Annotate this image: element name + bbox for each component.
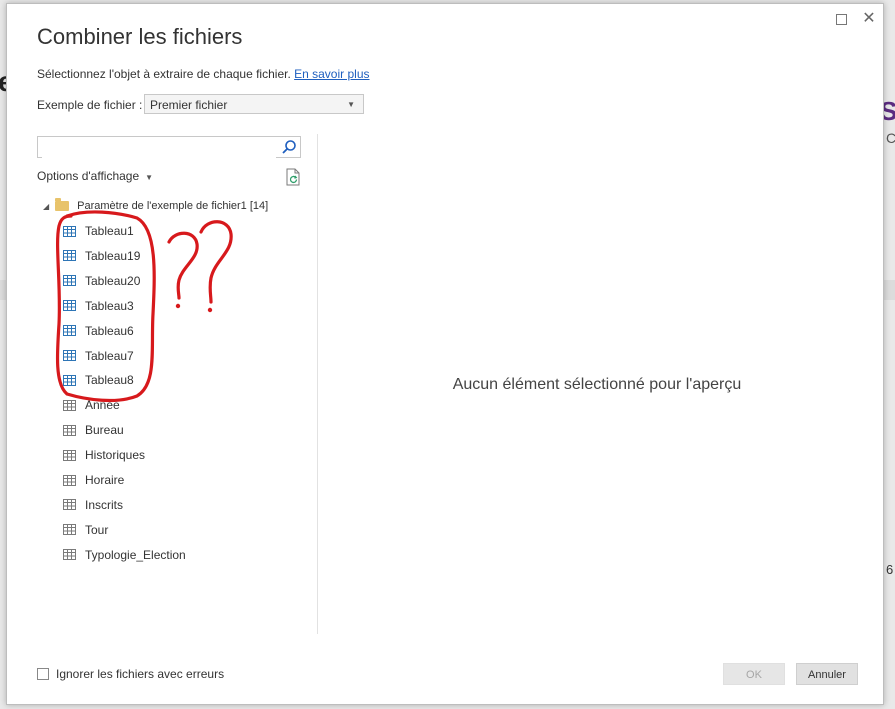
display-options-dropdown[interactable]: Options d'affichage ▼	[37, 169, 153, 183]
tree-item-label: Tableau6	[85, 323, 134, 338]
search-icon[interactable]	[281, 139, 297, 155]
chevron-down-icon: ▼	[145, 173, 154, 182]
table-icon	[63, 250, 76, 262]
tree-root-folder[interactable]: ◢ Paramètre de l'exemple de fichier1 [14…	[43, 198, 269, 212]
tree-item-label: Tableau3	[85, 298, 134, 313]
tree-item-label: Bureau	[85, 423, 124, 438]
tree-item-horaire[interactable]: Horaire	[63, 471, 124, 489]
ignore-errors-option[interactable]: Ignorer les fichiers avec erreurs	[37, 667, 224, 681]
maximize-button[interactable]	[831, 10, 851, 28]
collapse-triangle-icon[interactable]: ◢	[43, 202, 49, 211]
display-options-label: Options d'affichage	[37, 169, 140, 183]
tree-item-tableau20[interactable]: Tableau20	[63, 272, 140, 290]
tree-item-inscrits[interactable]: Inscrits	[63, 496, 123, 514]
tree-item-label: Tableau7	[85, 348, 134, 363]
tree-item-tableau6[interactable]: Tableau6	[63, 322, 134, 340]
tree-item-tableau7[interactable]: Tableau7	[63, 347, 134, 365]
dialog-title: Combiner les fichiers	[37, 24, 243, 49]
chevron-down-icon: ▼	[347, 100, 355, 109]
tree-item-annee[interactable]: Annee	[63, 396, 120, 414]
folder-icon	[55, 198, 70, 211]
example-file-value: Premier fichier	[150, 98, 228, 112]
tree-item-label: Annee	[85, 398, 120, 413]
example-file-label: Exemple de fichier :	[37, 98, 143, 112]
tree-item-tableau8[interactable]: Tableau8	[63, 371, 134, 389]
tree-item-label: Tableau1	[85, 224, 134, 238]
table-icon	[63, 374, 76, 386]
annotation-question-1-dot	[175, 303, 181, 309]
close-icon: ✕	[862, 10, 876, 27]
table-icon	[63, 275, 76, 287]
tree-item-typologie_election[interactable]: Typologie_Election	[63, 546, 186, 564]
maximize-icon	[835, 14, 847, 25]
sheet-icon	[63, 424, 76, 436]
annotation-question-2	[199, 220, 233, 304]
sheet-icon	[63, 399, 76, 411]
background-fragment-number: 6	[886, 562, 894, 577]
sheet-icon	[63, 449, 76, 461]
tree-item-label: Tableau19	[85, 248, 141, 263]
table-icon	[63, 300, 76, 312]
table-icon	[63, 225, 76, 237]
tree-item-tableau19[interactable]: Tableau19	[63, 247, 140, 265]
tree-item-label: Tour	[85, 522, 109, 537]
tree-item-bureau[interactable]: Bureau	[63, 421, 124, 439]
dialog-subtitle: Sélectionnez l'objet à extraire de chaqu…	[37, 67, 370, 81]
cancel-button[interactable]: Annuler	[796, 663, 858, 685]
annotation-question-1	[167, 231, 199, 300]
ok-button[interactable]: OK	[723, 663, 785, 685]
tree-root-label: Paramètre de l'exemple de fichier1 [14]	[77, 200, 269, 212]
tree-item-tour[interactable]: Tour	[63, 521, 108, 539]
search-box[interactable]	[37, 136, 301, 158]
subtitle-text: Sélectionnez l'objet à extraire de chaqu…	[37, 67, 291, 81]
ignore-errors-checkbox[interactable]	[37, 668, 49, 680]
refresh-preview-icon[interactable]	[284, 168, 302, 186]
tree-item-tableau3[interactable]: Tableau3	[63, 297, 134, 315]
tree-item-historiques[interactable]: Historiques	[63, 446, 145, 464]
sheet-icon	[63, 499, 76, 511]
tree-item-label: Inscrits	[85, 497, 124, 512]
background-fragment-right-small: C	[886, 130, 895, 146]
annotation-question-2-dot	[207, 307, 213, 313]
learn-more-link[interactable]: En savoir plus	[294, 67, 369, 81]
ignore-errors-label: Ignorer les fichiers avec erreurs	[56, 667, 225, 681]
search-input[interactable]	[42, 138, 276, 158]
tree-item-label: Historiques	[85, 448, 146, 463]
table-icon	[63, 350, 76, 361]
tree-item-tableau1[interactable]: Tableau1	[63, 222, 134, 240]
example-file-select[interactable]: Premier fichier ▼	[144, 94, 364, 114]
table-icon	[63, 325, 76, 337]
tree-item-label: Typologie_Election	[85, 547, 186, 562]
sheet-icon	[63, 474, 76, 486]
tree-item-label: Tableau8	[85, 373, 134, 388]
preview-empty-message: Aucun élément sélectionné pour l'aperçu	[452, 376, 742, 393]
sheet-icon	[63, 524, 76, 536]
combine-files-dialog: ✕ Combiner les fichiers Sélectionnez l'o…	[6, 3, 884, 705]
sheet-icon	[63, 549, 76, 561]
tree-item-label: Horaire	[85, 473, 125, 487]
close-button[interactable]: ✕	[859, 10, 879, 28]
tree-item-label: Tableau20	[85, 273, 141, 288]
